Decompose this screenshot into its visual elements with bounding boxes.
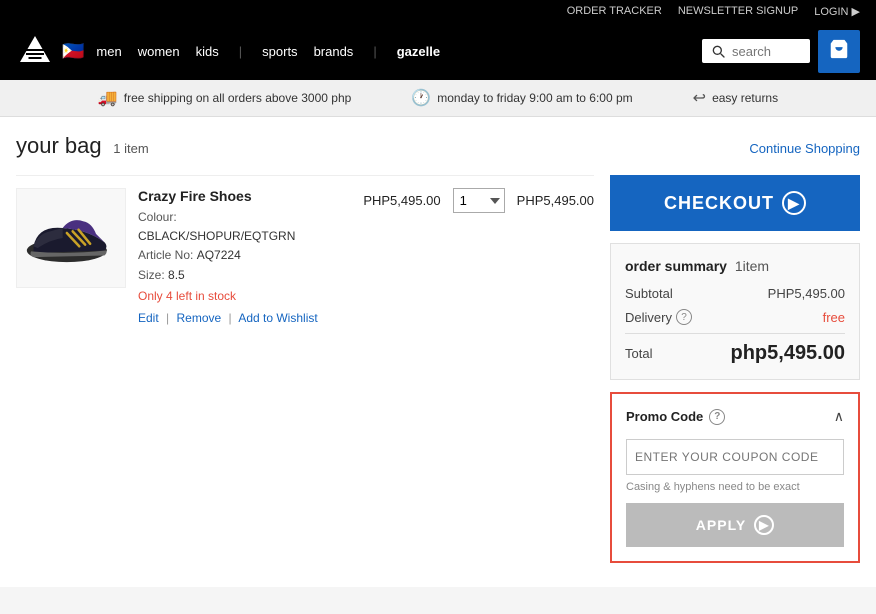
wishlist-link[interactable]: Add to Wishlist	[238, 311, 317, 325]
delivery-help-icon[interactable]: ?	[676, 309, 692, 325]
delivery-value: free	[823, 310, 845, 325]
newsletter-signup-link[interactable]: NEWSLETTER SIGNUP	[678, 5, 798, 17]
bag-item-count: 1 item	[113, 141, 148, 156]
nav-men[interactable]: men	[96, 44, 121, 59]
return-icon: ↩	[693, 88, 706, 108]
main-content: your bag 1 item Continue Shopping	[0, 117, 876, 587]
total-label: Total	[625, 346, 652, 361]
hours-info: 🕐 monday to friday 9:00 am to 6:00 pm	[411, 88, 632, 108]
nav-sports[interactable]: sports	[262, 44, 297, 59]
promo-help-icon[interactable]: ?	[709, 409, 725, 425]
returns-info: ↩ easy returns	[693, 88, 778, 108]
bag-header: your bag 1 item Continue Shopping	[16, 133, 860, 159]
search-icon	[710, 43, 726, 59]
total-amount: php5,495.00	[730, 342, 845, 365]
delivery-label: Delivery ?	[625, 309, 692, 325]
right-panel: CHECKOUT ▶ order summary 1item Subtotal …	[610, 175, 860, 563]
order-summary: order summary 1item Subtotal PHP5,495.00…	[610, 243, 860, 380]
subtotal-row: Subtotal PHP5,495.00	[625, 286, 845, 301]
login-link[interactable]: LOGIN ▶	[814, 5, 860, 18]
adidas-logo-icon	[16, 32, 54, 70]
quantity-select[interactable]: 1 2 3 4	[453, 188, 505, 213]
product-image	[16, 188, 126, 288]
unit-price: PHP5,495.00	[363, 193, 440, 208]
continue-shopping-link[interactable]: Continue Shopping	[749, 141, 860, 156]
checkout-button[interactable]: CHECKOUT ▶	[610, 175, 860, 231]
apply-promo-button[interactable]: APPLY ▶	[626, 503, 844, 547]
main-nav: 🇵🇭 men women kids | sports brands | gaze…	[0, 22, 876, 80]
summary-item-count: 1item	[735, 258, 769, 274]
subtotal-value: PHP5,495.00	[768, 286, 845, 301]
order-tracker-link[interactable]: ORDER TRACKER	[567, 5, 662, 17]
size-value: 8.5	[168, 268, 185, 282]
product-name: Crazy Fire Shoes	[138, 188, 351, 204]
summary-divider	[625, 333, 845, 334]
promo-code-input[interactable]	[626, 439, 844, 475]
nav-kids[interactable]: kids	[196, 44, 219, 59]
colour-value: CBLACK/SHOPUR/EQTGRN	[138, 229, 295, 243]
remove-link[interactable]: Remove	[177, 311, 222, 325]
promo-section: Promo Code ? ∧ Casing & hyphens need to …	[610, 392, 860, 563]
bag-layout: Crazy Fire Shoes Colour: CBLACK/SHOPUR/E…	[16, 175, 860, 563]
shoe-image	[21, 203, 121, 273]
delivery-row: Delivery ? free	[625, 309, 845, 325]
cart-button[interactable]	[818, 30, 860, 73]
clock-icon: 🕐	[411, 88, 431, 108]
top-links-bar: ORDER TRACKER NEWSLETTER SIGNUP LOGIN ▶	[0, 0, 876, 22]
cart-icon	[828, 38, 850, 60]
bag-title: your bag	[16, 133, 102, 158]
item-total-price: PHP5,495.00	[517, 193, 594, 208]
search-box	[702, 39, 810, 63]
apply-arrow-icon: ▶	[754, 515, 774, 535]
product-actions: Edit | Remove | Add to Wishlist	[138, 311, 351, 325]
country-flag-icon: 🇵🇭	[62, 41, 84, 62]
promo-header: Promo Code ? ∧	[626, 408, 844, 425]
search-input[interactable]	[732, 44, 802, 59]
checkout-arrow-icon: ▶	[782, 191, 806, 215]
bag-title-area: your bag 1 item	[16, 133, 149, 159]
product-qty-price: PHP5,495.00 1 2 3 4 PHP5,495.00	[363, 188, 594, 213]
size-label: Size:	[138, 268, 165, 282]
order-summary-title: order summary 1item	[625, 258, 845, 274]
stock-warning: Only 4 left in stock	[138, 289, 351, 303]
product-meta: Colour: CBLACK/SHOPUR/EQTGRN Article No:…	[138, 208, 351, 285]
edit-link[interactable]: Edit	[138, 311, 159, 325]
article-value: AQ7224	[197, 248, 241, 262]
nav-brands[interactable]: brands	[314, 44, 354, 59]
promo-title: Promo Code ?	[626, 409, 725, 425]
nav-women[interactable]: women	[138, 44, 180, 59]
product-section: Crazy Fire Shoes Colour: CBLACK/SHOPUR/E…	[16, 175, 594, 563]
promo-hint: Casing & hyphens need to be exact	[626, 481, 844, 493]
product-row: Crazy Fire Shoes Colour: CBLACK/SHOPUR/E…	[16, 175, 594, 325]
truck-icon: 🚚	[98, 88, 118, 108]
promo-collapse-icon[interactable]: ∧	[834, 408, 844, 425]
product-details: Crazy Fire Shoes Colour: CBLACK/SHOPUR/E…	[138, 188, 351, 325]
nav-gazelle[interactable]: gazelle	[397, 44, 440, 59]
article-label: Article No:	[138, 248, 193, 262]
colour-label: Colour:	[138, 210, 177, 224]
shipping-info: 🚚 free shipping on all orders above 3000…	[98, 88, 351, 108]
nav-links: men women kids | sports brands | gazelle	[96, 44, 702, 59]
top-right-nav	[702, 30, 860, 73]
total-row: Total php5,495.00	[625, 342, 845, 365]
subtotal-label: Subtotal	[625, 286, 673, 301]
utility-bar: 🚚 free shipping on all orders above 3000…	[0, 80, 876, 117]
